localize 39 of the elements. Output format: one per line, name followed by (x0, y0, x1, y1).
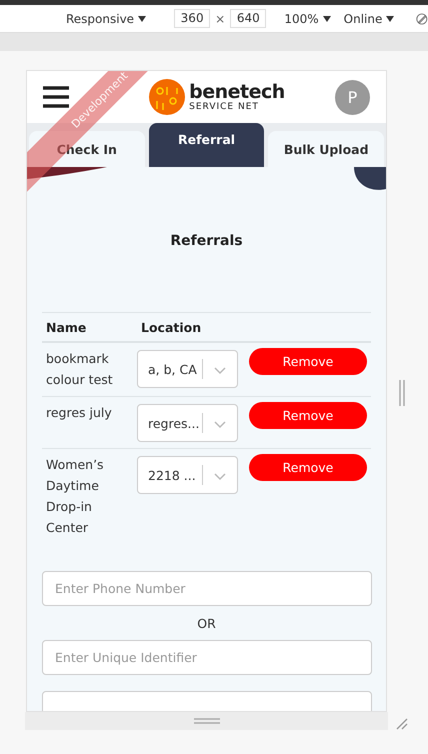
height-field[interactable]: 640 (230, 9, 266, 28)
referral-name: bookmark colour test (46, 350, 114, 389)
remove-button[interactable]: Remove (249, 454, 367, 481)
remove-button[interactable]: Remove (249, 402, 367, 429)
location-select[interactable]: a, b, CA (137, 350, 238, 388)
column-header: Location (141, 320, 202, 334)
width-field[interactable]: 360 (174, 9, 210, 28)
location-select[interactable]: regres... (137, 404, 238, 442)
drag-handle-icon[interactable] (194, 718, 220, 724)
caret-icon (322, 16, 331, 22)
tab[interactable]: Check In (29, 131, 145, 167)
resize-icon[interactable] (396, 718, 408, 730)
side-handle-icon[interactable] (399, 380, 405, 406)
identifier-field[interactable]: Enter Unique Identifier (42, 640, 372, 675)
chevron-down-icon (213, 470, 227, 480)
times-sign: × (215, 12, 226, 26)
remove-button[interactable]: Remove (249, 348, 367, 375)
caret-icon (138, 16, 146, 22)
page-title: Referrals (169, 233, 244, 249)
chevron-down-icon (213, 364, 227, 374)
location-select[interactable]: 2218 ... (137, 456, 238, 494)
zoom-dropdown[interactable]: 100% (284, 12, 331, 26)
menu-icon[interactable] (43, 86, 69, 108)
rotate-icon[interactable] (416, 12, 428, 26)
device-dropdown[interactable]: Responsive (66, 12, 146, 26)
tab[interactable]: Referral (148, 123, 264, 167)
column-header: Name (46, 320, 88, 334)
referral-name: Women’s Daytime Drop-in Center (46, 456, 105, 537)
caret-icon (386, 16, 394, 22)
referral-name: regres july (46, 404, 113, 422)
phone-field[interactable]: Enter Phone Number (42, 571, 372, 606)
logo-icon (149, 79, 186, 115)
brand-subtitle: SERVICE NET (189, 102, 260, 112)
or-separator: OR (196, 616, 217, 631)
tab[interactable]: Bulk Upload (268, 131, 384, 167)
network-dropdown[interactable]: Online (344, 12, 394, 26)
brand-name: benetech (189, 82, 285, 102)
chevron-down-icon (213, 418, 227, 428)
circle-decoration (354, 167, 386, 191)
